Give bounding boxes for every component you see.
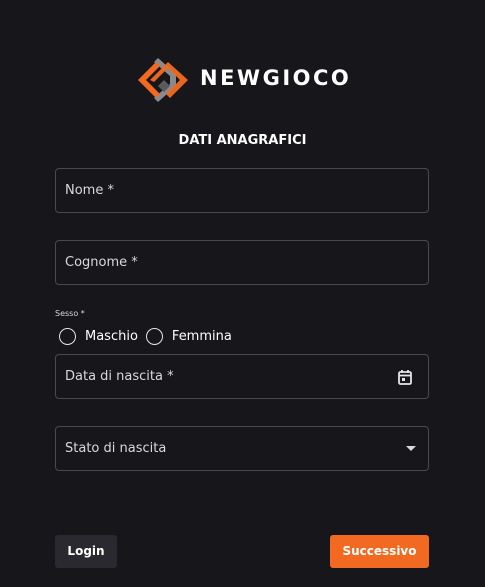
sesso-label: Sesso * — [55, 309, 85, 318]
radio-maschio[interactable]: Maschio — [59, 327, 138, 345]
chevron-down-icon[interactable] — [406, 446, 416, 451]
form-title: DATI ANAGRAFICI — [178, 133, 307, 148]
brand-logo: NEWGIOCO — [134, 56, 354, 102]
brand-name: NEWGIOCO — [200, 66, 352, 90]
stato-nascita-select[interactable]: Stato di nascita — [55, 426, 429, 471]
data-nascita-input[interactable]: Data di nascita * — [55, 354, 429, 399]
login-button[interactable]: Login — [55, 535, 117, 568]
radio-maschio-label[interactable]: Maschio — [85, 329, 138, 344]
data-nascita-placeholder: Data di nascita * — [65, 369, 174, 384]
stato-nascita-placeholder: Stato di nascita — [65, 441, 167, 456]
cognome-input[interactable]: Cognome * — [55, 240, 429, 285]
next-button[interactable]: Successivo — [330, 535, 429, 568]
calendar-icon[interactable] — [397, 369, 413, 386]
radio-femmina[interactable]: Femmina — [145, 327, 232, 345]
nome-input[interactable]: Nome * — [55, 168, 429, 213]
radio-circle-icon[interactable] — [59, 327, 76, 345]
logo-mark-icon — [138, 58, 188, 102]
sesso-radio-group: Maschio Femmina — [59, 326, 240, 346]
cognome-placeholder: Cognome * — [65, 255, 138, 270]
nome-placeholder: Nome * — [65, 183, 114, 198]
radio-femmina-label[interactable]: Femmina — [172, 329, 232, 344]
radio-circle-icon[interactable] — [145, 327, 163, 345]
